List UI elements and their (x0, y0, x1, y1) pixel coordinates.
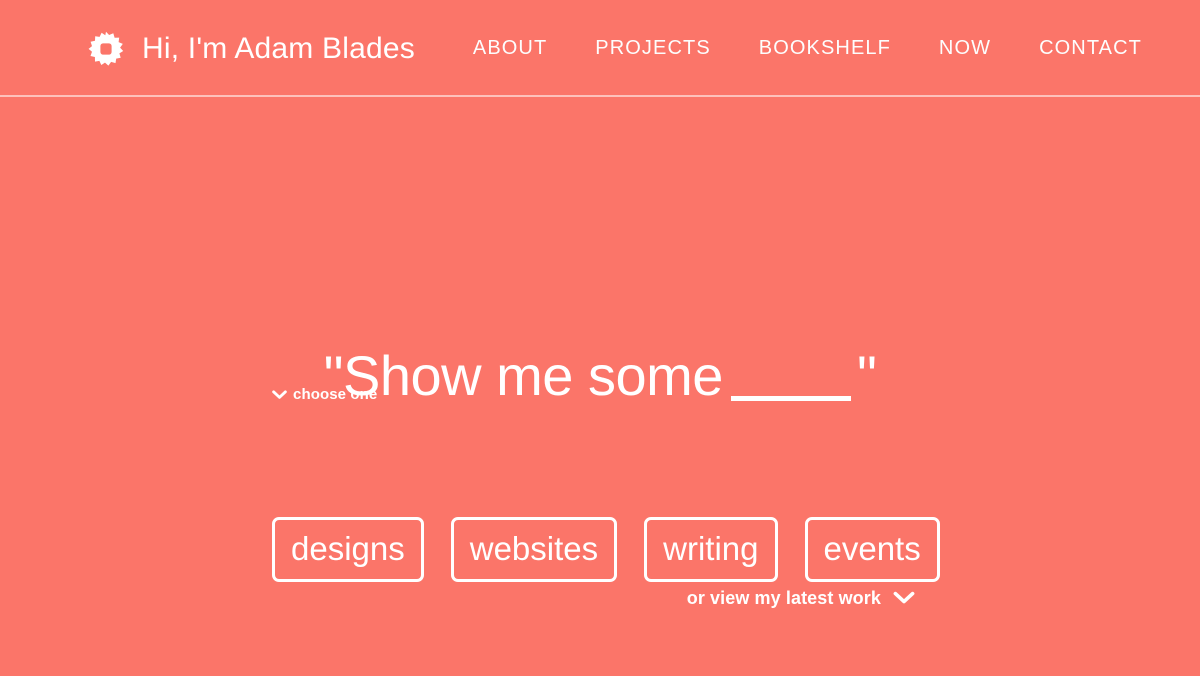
latest-work-row: or view my latest work (0, 589, 1200, 607)
option-writing[interactable]: writing (644, 517, 778, 582)
headline-prefix: "Show me some (323, 343, 724, 407)
brand-title: Hi, I'm Adam Blades (142, 31, 415, 65)
hero-headline: "Show me some " (0, 347, 1200, 404)
chevron-down-icon[interactable] (893, 591, 915, 605)
option-events[interactable]: events (804, 517, 940, 582)
nav-item-projects[interactable]: PROJECTS (571, 29, 734, 68)
hero-section: "Show me some " choose one designs websit… (0, 97, 1200, 676)
site-header: Hi, I'm Adam Blades ABOUT PROJECTS BOOKS… (0, 0, 1200, 97)
nav-item-about[interactable]: ABOUT (449, 29, 571, 68)
choose-one-hint: choose one (272, 387, 377, 402)
choose-one-label: choose one (293, 386, 378, 403)
latest-work-link[interactable]: or view my latest work (687, 589, 881, 607)
sunburst-logo-icon (88, 31, 124, 67)
headline-suffix: " (856, 343, 877, 407)
nav-item-contact[interactable]: CONTACT (1015, 29, 1142, 68)
chevron-down-icon (272, 389, 287, 400)
headline-blank-underline (730, 395, 851, 401)
option-designs[interactable]: designs (272, 517, 424, 582)
brand-home-link[interactable]: Hi, I'm Adam Blades (88, 31, 415, 67)
nav-item-bookshelf[interactable]: BOOKSHELF (735, 29, 915, 68)
nav-item-now[interactable]: NOW (915, 29, 1015, 68)
hero-options-group: designs websites writing events (272, 517, 940, 582)
option-websites[interactable]: websites (450, 517, 618, 582)
main-navigation: ABOUT PROJECTS BOOKSHELF NOW CONTACT (449, 29, 1200, 68)
